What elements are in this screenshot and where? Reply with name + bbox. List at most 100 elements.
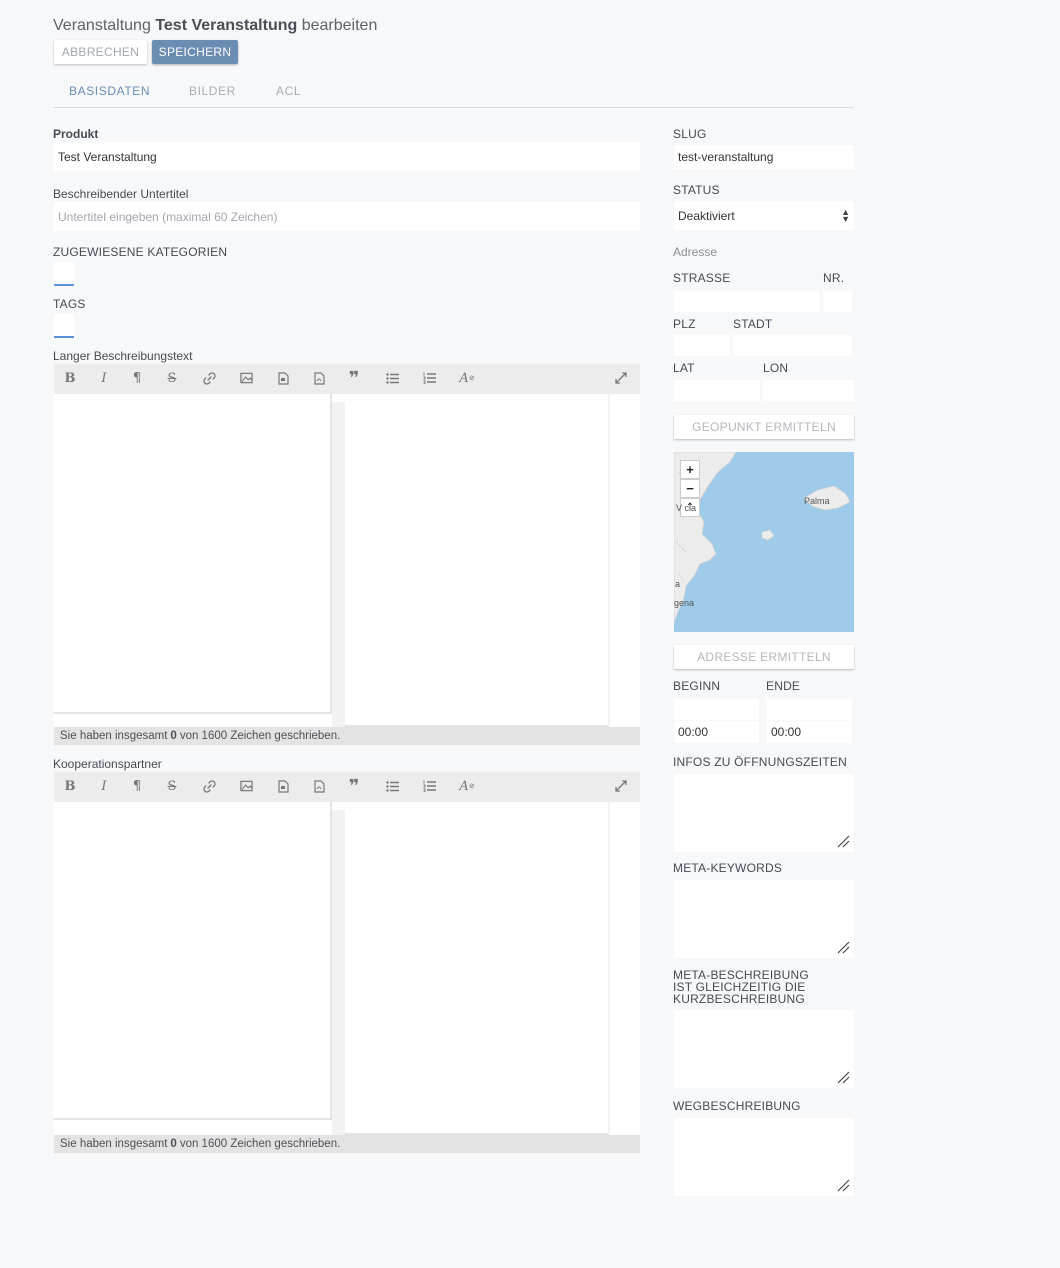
save-button[interactable]: SPEICHERN: [152, 40, 238, 64]
bold-icon[interactable]: B: [62, 778, 78, 794]
fullscreen-icon[interactable]: [613, 778, 629, 794]
link-icon[interactable]: [201, 370, 217, 386]
partners-counter: Sie haben insgesamt 0 von 1600 Zeichen ges…: [54, 1135, 640, 1153]
numbered-list-icon[interactable]: [421, 778, 437, 794]
lat-input[interactable]: [674, 380, 760, 401]
geopoint-button[interactable]: GEOPUNKT ERMITTELN: [674, 415, 854, 439]
bullet-list-icon[interactable]: [384, 370, 400, 386]
editor-preview-pane: [345, 394, 608, 727]
editor-toolbar: B I ¶ S ❞ A ⊘: [54, 364, 640, 394]
slug-label: SLUG: [673, 127, 707, 141]
editor-input-pane[interactable]: [54, 394, 332, 714]
long-text-counter: Sie haben insgesamt 0 von 1600 Zeichen ges…: [54, 727, 640, 745]
video-icon[interactable]: [275, 778, 291, 794]
partners-label: Kooperationspartner: [53, 757, 162, 771]
map[interactable]: + − ⇡ Palma V cia a gena: [674, 452, 854, 632]
tab-divider: [53, 107, 854, 108]
resize-grip-icon[interactable]: [836, 940, 850, 954]
map-label-valencia: V cia: [676, 503, 697, 513]
opening-label: INFOS ZU ÖFFNUNGSZEITEN: [673, 755, 847, 769]
paragraph-icon[interactable]: ¶: [129, 778, 145, 794]
select-arrows-icon: ▲ ▼: [841, 206, 850, 224]
strikethrough-icon[interactable]: S: [164, 370, 180, 386]
editor-preview-border: [608, 394, 610, 727]
city-label: STADT: [733, 317, 773, 331]
lon-input[interactable]: [763, 380, 854, 401]
map-label-gena: gena: [674, 598, 695, 608]
keywords-textarea[interactable]: [674, 880, 854, 958]
map-label-palma: Palma: [804, 496, 830, 506]
meta-description-label: META-BESCHREIBUNG IST GLEICHZEITIG DIE K…: [673, 968, 809, 1006]
lon-label: LON: [763, 361, 789, 375]
directions-label: WEGBESCHREIBUNG: [673, 1099, 801, 1113]
categories-label: ZUGEWIESENE KATEGORIEN: [53, 245, 228, 259]
pdf-icon[interactable]: [311, 370, 327, 386]
long-text-label: Langer Beschreibungstext: [53, 349, 193, 363]
street-input[interactable]: [674, 291, 820, 312]
zip-label: PLZ: [673, 317, 696, 331]
tab-acl[interactable]: ACL: [276, 84, 301, 98]
zoom-out-button[interactable]: −: [680, 479, 700, 498]
product-label: Produkt: [53, 127, 99, 141]
fullscreen-icon[interactable]: [613, 370, 629, 386]
cancel-button[interactable]: ABBRECHEN: [54, 40, 147, 64]
begin-label: BEGINN: [673, 679, 721, 693]
address-button[interactable]: ADRESSE ERMITTELN: [674, 645, 854, 669]
clear-format-icon[interactable]: A ⊘: [459, 370, 475, 386]
zip-input[interactable]: [674, 335, 730, 356]
pdf-icon[interactable]: [311, 778, 327, 794]
italic-icon[interactable]: I: [96, 370, 112, 386]
zoom-in-button[interactable]: +: [680, 460, 700, 479]
opening-textarea[interactable]: [674, 774, 854, 852]
image-icon[interactable]: [238, 370, 254, 386]
end-time-input[interactable]: 00:00: [767, 721, 852, 743]
partners-editor-toolbar: B I ¶ S ❞ A ⊘: [54, 772, 640, 802]
italic-icon[interactable]: I: [96, 778, 112, 794]
quote-icon[interactable]: ❞: [346, 368, 362, 389]
status-select[interactable]: Deaktiviert ▲ ▼: [674, 201, 854, 230]
resize-grip-icon[interactable]: [836, 1070, 850, 1084]
begin-date-input[interactable]: [674, 699, 759, 720]
video-icon[interactable]: [275, 370, 291, 386]
resize-grip-icon[interactable]: [836, 834, 850, 848]
partners-editor[interactable]: [54, 802, 640, 1135]
status-label: STATUS: [673, 183, 720, 197]
tags-underline: [54, 336, 74, 338]
quote-icon[interactable]: ❞: [346, 776, 362, 797]
subtitle-input[interactable]: Untertitel eingeben (maximal 60 Zeichen): [54, 202, 640, 231]
keywords-label: META-KEYWORDS: [673, 861, 783, 875]
tags-label: TAGS: [53, 297, 86, 311]
directions-textarea[interactable]: [674, 1118, 854, 1196]
categories-input[interactable]: [54, 262, 74, 284]
tab-bilder[interactable]: BILDER: [189, 84, 236, 98]
lat-label: LAT: [673, 361, 695, 375]
end-date-input[interactable]: [767, 699, 852, 720]
categories-underline: [54, 284, 74, 286]
map-label-a: a: [675, 579, 681, 589]
nr-label: NR.: [823, 271, 845, 285]
map-land: [674, 452, 851, 623]
tags-input[interactable]: [54, 314, 74, 336]
resize-grip-icon[interactable]: [836, 1178, 850, 1192]
paragraph-icon[interactable]: ¶: [129, 370, 145, 386]
link-icon[interactable]: [201, 778, 217, 794]
meta-description-textarea[interactable]: [674, 1010, 854, 1088]
bold-icon[interactable]: B: [62, 370, 78, 386]
image-icon[interactable]: [238, 778, 254, 794]
product-input[interactable]: Test Veranstaltung: [54, 142, 640, 171]
subtitle-label: Beschreibender Untertitel: [53, 187, 189, 201]
numbered-list-icon[interactable]: [421, 370, 437, 386]
city-input[interactable]: [733, 335, 852, 356]
editor-input-pane[interactable]: [54, 802, 332, 1120]
tab-basisdaten[interactable]: BASISDATEN: [69, 84, 150, 98]
page-title: Veranstaltung Test Veranstaltung bearbei…: [53, 17, 378, 34]
begin-time-input[interactable]: 00:00: [674, 721, 759, 743]
slug-input[interactable]: test-veranstaltung: [674, 145, 854, 169]
editor-divider: [332, 810, 345, 1135]
street-label: STRASSE: [673, 271, 731, 285]
bullet-list-icon[interactable]: [384, 778, 400, 794]
nr-input[interactable]: [823, 291, 852, 312]
strikethrough-icon[interactable]: S: [164, 778, 180, 794]
long-text-editor[interactable]: [54, 394, 640, 727]
clear-format-icon[interactable]: A ⊘: [459, 778, 475, 794]
